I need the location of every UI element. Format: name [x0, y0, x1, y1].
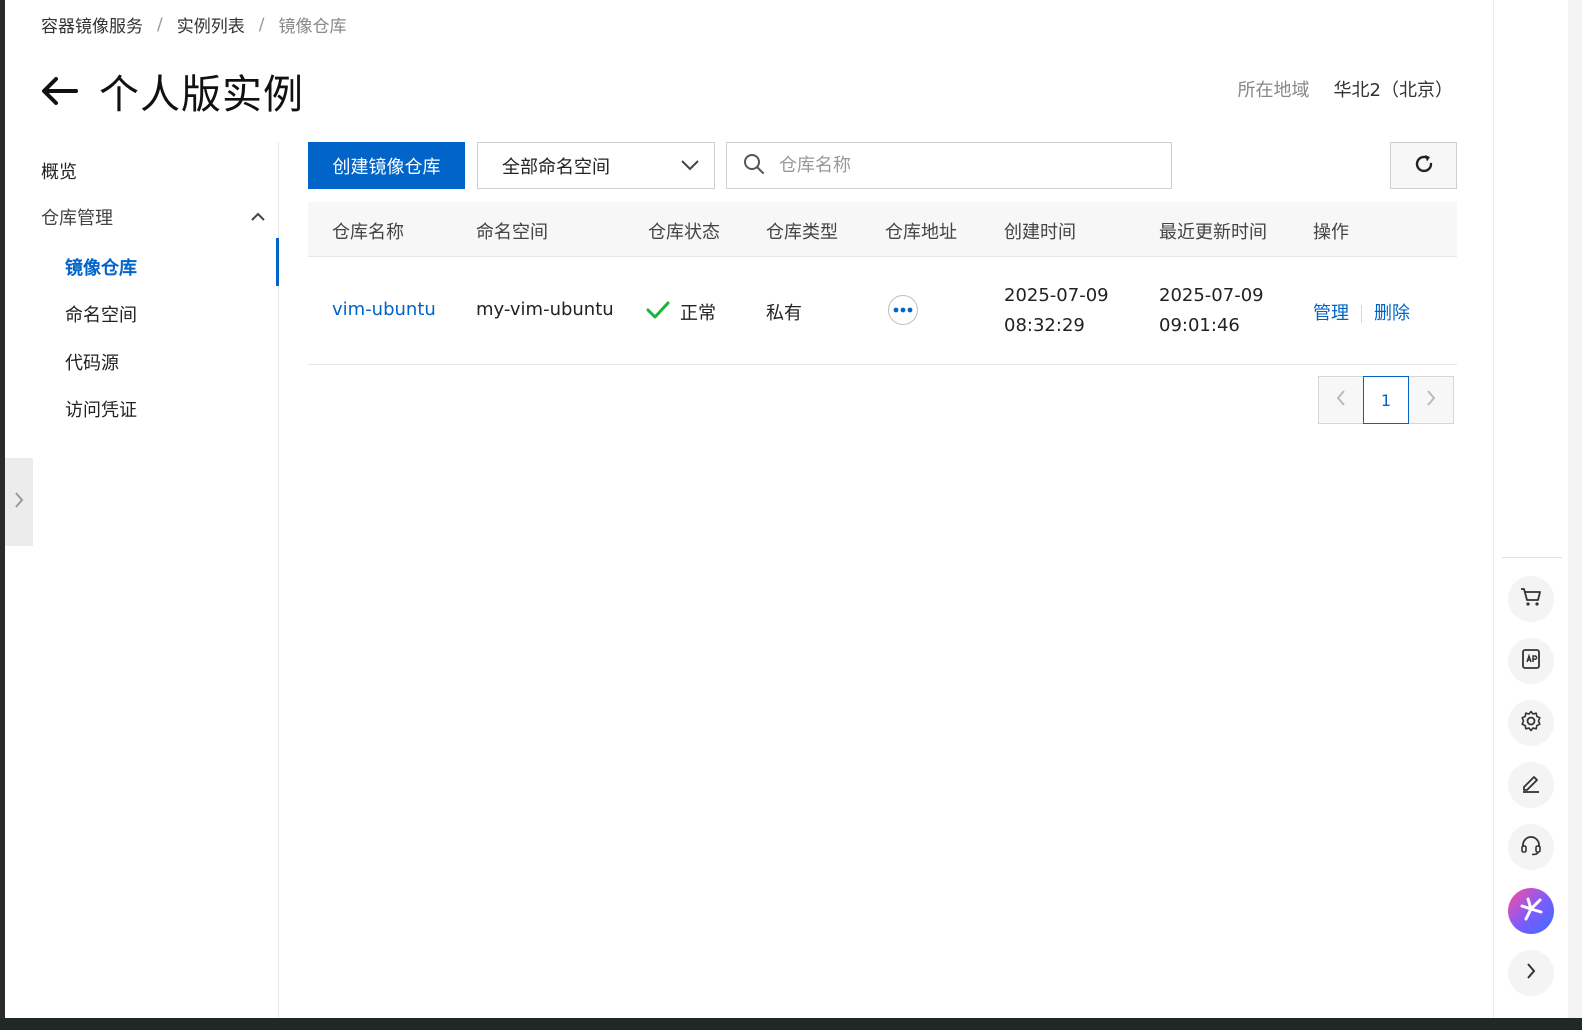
column-header-repo-name: 仓库名称 [332, 222, 404, 243]
taskbar-strip [0, 1018, 1582, 1030]
check-icon [646, 300, 670, 325]
pagination: 1 [1318, 376, 1454, 424]
settings-button[interactable] [1508, 700, 1554, 746]
column-header-namespace: 命名空间 [476, 222, 548, 243]
column-header-address: 仓库地址 [885, 222, 957, 243]
chevron-right-icon [1526, 962, 1536, 984]
back-arrow-icon[interactable] [39, 71, 79, 111]
api-icon [1519, 647, 1543, 675]
region-label: 所在地域 [1237, 80, 1310, 101]
create-repo-button[interactable]: 创建镜像仓库 [308, 142, 465, 189]
breadcrumb-separator: / [157, 14, 163, 35]
repo-type: 私有 [766, 303, 802, 324]
repo-status-text: 正常 [680, 303, 716, 324]
column-header-status: 仓库状态 [648, 222, 720, 243]
nav-group-repo-management[interactable]: 仓库管理 [41, 204, 266, 230]
repo-name-search-input[interactable] [779, 155, 1159, 176]
column-header-actions: 操作 [1313, 222, 1349, 243]
repo-status: 正常 [646, 299, 716, 325]
nav-active-indicator [276, 238, 279, 286]
gear-icon [1519, 709, 1543, 737]
breadcrumb: 容器镜像服务 / 实例列表 / 镜像仓库 [41, 12, 347, 38]
nav-item-access-credential[interactable]: 访问凭证 [65, 396, 137, 422]
chevron-right-icon [1426, 389, 1436, 411]
prev-page-button[interactable] [1318, 376, 1364, 424]
rail-divider [1502, 557, 1562, 558]
created-clock: 08:32:29 [1004, 315, 1085, 336]
updated-date: 2025-07-09 [1159, 285, 1264, 306]
support-button[interactable] [1508, 824, 1554, 870]
manage-button[interactable]: 管理 [1313, 303, 1349, 324]
table-row: vim-ubuntu my-vim-ubuntu 正常 私有 2025-07-0… [308, 257, 1457, 365]
page-number-current[interactable]: 1 [1363, 376, 1409, 424]
feedback-button[interactable] [1508, 762, 1554, 808]
refresh-icon [1413, 153, 1435, 179]
sidebar-collapse-toggle[interactable] [5, 458, 33, 546]
action-divider [1361, 305, 1362, 323]
repo-name-link[interactable]: vim-ubuntu [332, 299, 436, 320]
breadcrumb-image-repo: 镜像仓库 [278, 17, 347, 37]
left-nav: 概览 仓库管理 镜像仓库 命名空间 代码源 访问凭证 [5, 142, 279, 1018]
refresh-button[interactable] [1390, 142, 1457, 189]
nav-overview[interactable]: 概览 [41, 158, 77, 184]
updated-clock: 09:01:46 [1159, 315, 1240, 336]
title-row: 个人版实例 [39, 62, 304, 120]
breadcrumb-instance-list[interactable]: 实例列表 [177, 12, 245, 37]
namespace-select-value: 全部命名空间 [502, 156, 610, 178]
breadcrumb-separator: / [258, 14, 265, 35]
search-icon [743, 153, 765, 179]
delete-button[interactable]: 删除 [1374, 303, 1410, 324]
nav-item-code-source[interactable]: 代码源 [65, 349, 119, 375]
ai-assistant-button[interactable] [1508, 888, 1554, 934]
right-toolbar [1493, 0, 1568, 1018]
api-button[interactable] [1508, 638, 1554, 684]
repo-created-time: 2025-07-09 08:32:29 [1004, 281, 1109, 341]
cart-icon [1519, 586, 1543, 612]
column-header-updated: 最近更新时间 [1159, 222, 1267, 243]
expand-rail-button[interactable] [1508, 950, 1554, 996]
repo-table: 仓库名称 命名空间 仓库状态 仓库类型 仓库地址 创建时间 最近更新时间 操作 … [308, 202, 1457, 365]
repo-actions: 管理 删除 [1313, 299, 1410, 325]
column-header-created: 创建时间 [1004, 222, 1076, 243]
region-value: 华北2（北京） [1333, 80, 1453, 101]
page-title: 个人版实例 [99, 72, 304, 118]
chevron-down-icon [680, 155, 700, 176]
nav-item-namespace[interactable]: 命名空间 [65, 301, 137, 327]
repo-address-more-button[interactable] [888, 295, 918, 325]
nav-item-image-repo[interactable]: 镜像仓库 [65, 254, 137, 280]
next-page-button[interactable] [1408, 376, 1454, 424]
column-header-type: 仓库类型 [766, 222, 838, 243]
headset-icon [1519, 833, 1543, 861]
cart-button[interactable] [1508, 576, 1554, 622]
breadcrumb-container-registry[interactable]: 容器镜像服务 [41, 12, 143, 37]
search-box [726, 142, 1172, 189]
table-header: 仓库名称 命名空间 仓库状态 仓库类型 仓库地址 创建时间 最近更新时间 操作 [308, 202, 1457, 257]
created-date: 2025-07-09 [1004, 285, 1109, 306]
more-dots-icon [888, 295, 918, 325]
chevron-right-icon [14, 491, 24, 513]
nav-group-label: 仓库管理 [41, 208, 113, 229]
window-edge [1568, 0, 1582, 1018]
chevron-left-icon [1336, 389, 1346, 411]
region-display: 所在地域 华北2（北京） [1238, 76, 1453, 102]
console-page: 容器镜像服务 / 实例列表 / 镜像仓库 个人版实例 所在地域 华北2（北京） … [5, 0, 1493, 1018]
edit-icon [1519, 771, 1543, 799]
chevron-up-icon [250, 207, 266, 228]
ai-assistant-icon [1517, 895, 1545, 927]
namespace-select[interactable]: 全部命名空间 [477, 142, 715, 189]
repo-updated-time: 2025-07-09 09:01:46 [1159, 281, 1264, 341]
repo-namespace: my-vim-ubuntu [476, 299, 614, 320]
